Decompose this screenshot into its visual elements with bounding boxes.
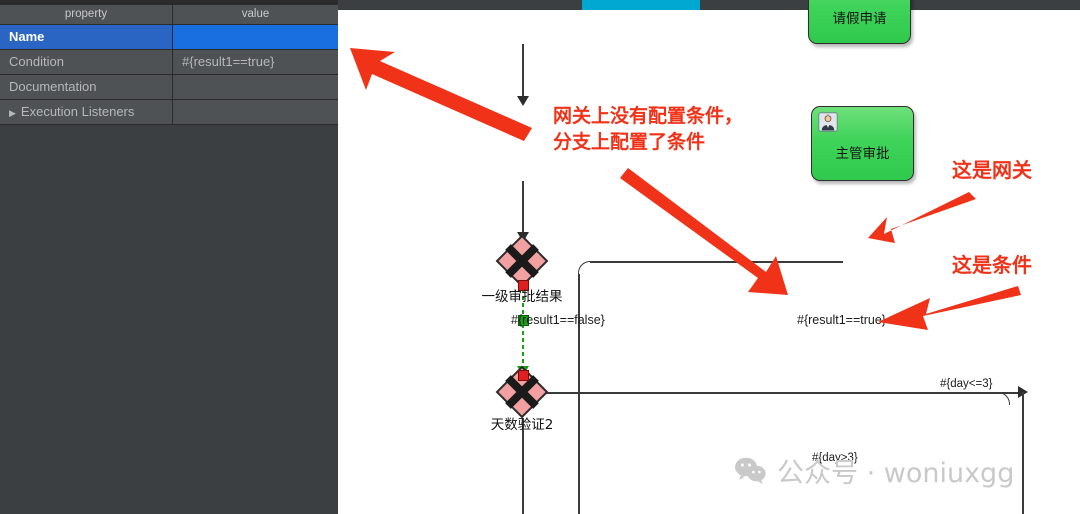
flow-gateway2-day-lte3: [518, 392, 1022, 394]
flow-label-result1-false: #{result1==false}: [511, 313, 605, 327]
property-value-name[interactable]: [173, 25, 338, 49]
table-row-condition[interactable]: Condition #{result1==true}: [0, 50, 338, 75]
property-value-execution-listeners[interactable]: [173, 100, 338, 124]
watermark: 公众号 · woniuxgg: [734, 451, 1014, 490]
gateway2-connection-handle[interactable]: [518, 370, 529, 381]
flow-label-result1-true: #{result1==true}: [797, 313, 886, 327]
screenshot-root: property value Name Condition #{result1=…: [0, 0, 1080, 514]
annotation-arrow-to-condition-label: [620, 168, 788, 295]
expand-triangle-icon[interactable]: ▶: [9, 101, 16, 124]
table-row-execution-listeners[interactable]: ▶ Execution Listeners: [0, 100, 338, 125]
properties-table: property value Name Condition #{result1=…: [0, 5, 338, 125]
table-row-documentation[interactable]: Documentation: [0, 75, 338, 100]
annotation-line-1: 网关上没有配置条件，: [553, 105, 744, 127]
node-label-leave-application: 请假申请: [832, 11, 887, 27]
node-label-manager-approval: 主管审批: [835, 146, 890, 162]
flow-label-day-lte-3: #{day<=3}: [940, 378, 993, 390]
flow-right-corner: [997, 392, 1010, 405]
watermark-text: 公众号 · woniuxgg: [777, 458, 1015, 489]
table-header-row: property value: [0, 5, 338, 25]
active-tab-accent-bar: [582, 0, 700, 10]
annotation-text-this-is-gateway: 这是网关: [952, 157, 1032, 184]
annotation-arrow-to-gateway: [868, 192, 976, 243]
annotation-gateway-line: 这是网关: [952, 158, 1032, 182]
property-value-condition[interactable]: #{result1==true}: [173, 50, 338, 74]
node-label-gateway-days-validation: 天数验证2: [490, 417, 554, 433]
node-leave-application[interactable]: 请假申请: [808, 0, 911, 44]
column-header-property: property: [0, 5, 173, 24]
execution-listeners-text: Execution Listeners: [20, 104, 135, 119]
annotation-arrow-to-condition: [878, 286, 1021, 330]
column-header-value: value: [241, 8, 270, 20]
property-value-documentation[interactable]: [173, 75, 338, 99]
user-task-icon: [818, 112, 838, 132]
table-row-name[interactable]: Name: [0, 25, 338, 50]
property-label-execution-listeners: ▶ Execution Listeners: [0, 100, 173, 124]
wechat-icon: [735, 457, 766, 484]
canvas-top-strip: [338, 0, 1080, 10]
annotation-condition-line: 这是条件: [952, 253, 1032, 277]
flow-gateway1-false-vertical: [578, 274, 580, 514]
flow-false-corner: [578, 261, 593, 276]
property-label-documentation: Documentation: [0, 75, 173, 99]
flow-manager-to-gateway1: [522, 181, 524, 235]
property-label-name: Name: [0, 25, 173, 49]
annotation-arrow-to-panel: [350, 48, 532, 141]
properties-panel: property value Name Condition #{result1=…: [0, 0, 338, 514]
flow-right-vertical: [1022, 392, 1024, 514]
annotation-line-2: 分支上配置了条件: [553, 130, 706, 153]
property-label-condition: Condition: [0, 50, 173, 74]
annotation-text-this-is-condition: 这是条件: [952, 252, 1032, 279]
node-label-gateway-first-approval: 一级审批结果: [481, 289, 563, 305]
annotation-text-gateway-condition: 网关上没有配置条件， 分支上配置了条件: [553, 104, 743, 155]
